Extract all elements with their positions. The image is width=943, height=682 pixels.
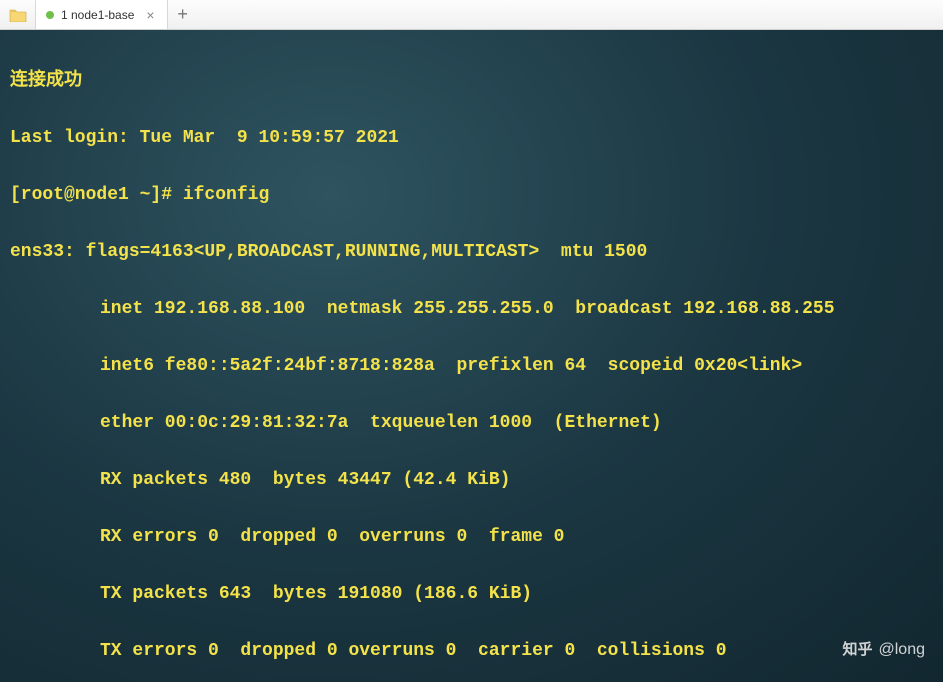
zhihu-logo: 知乎	[842, 636, 872, 665]
ens33-tx-errors: TX errors 0 dropped 0 overruns 0 carrier…	[10, 637, 933, 666]
terminal-output[interactable]: 连接成功 Last login: Tue Mar 9 10:59:57 2021…	[0, 30, 943, 682]
new-tab-button[interactable]: +	[168, 0, 198, 29]
folder-button[interactable]	[0, 0, 36, 29]
tab-status-dot	[46, 11, 54, 19]
close-icon[interactable]: ×	[144, 7, 156, 23]
shell-prompt: [root@node1 ~]# ifconfig	[10, 181, 933, 210]
last-login: Last login: Tue Mar 9 10:59:57 2021	[10, 124, 933, 153]
ens33-tx-packets: TX packets 643 bytes 191080 (186.6 KiB)	[10, 580, 933, 609]
watermark-user: @long	[879, 636, 926, 665]
ens33-ether: ether 00:0c:29:81:32:7a txqueuelen 1000 …	[10, 409, 933, 438]
ens33-rx-errors: RX errors 0 dropped 0 overruns 0 frame 0	[10, 523, 933, 552]
ens33-rx-packets: RX packets 480 bytes 43447 (42.4 KiB)	[10, 466, 933, 495]
folder-icon	[9, 8, 27, 22]
tab-node1-base[interactable]: 1 node1-base ×	[36, 0, 168, 29]
ens33-inet6: inet6 fe80::5a2f:24bf:8718:828a prefixle…	[10, 352, 933, 381]
tab-bar: 1 node1-base × +	[0, 0, 943, 30]
connect-message: 连接成功	[10, 67, 933, 96]
tab-label: 1 node1-base	[61, 8, 134, 22]
watermark: 知乎 @long	[842, 636, 925, 665]
ens33-inet: inet 192.168.88.100 netmask 255.255.255.…	[10, 295, 933, 324]
ens33-header: ens33: flags=4163<UP,BROADCAST,RUNNING,M…	[10, 238, 933, 267]
